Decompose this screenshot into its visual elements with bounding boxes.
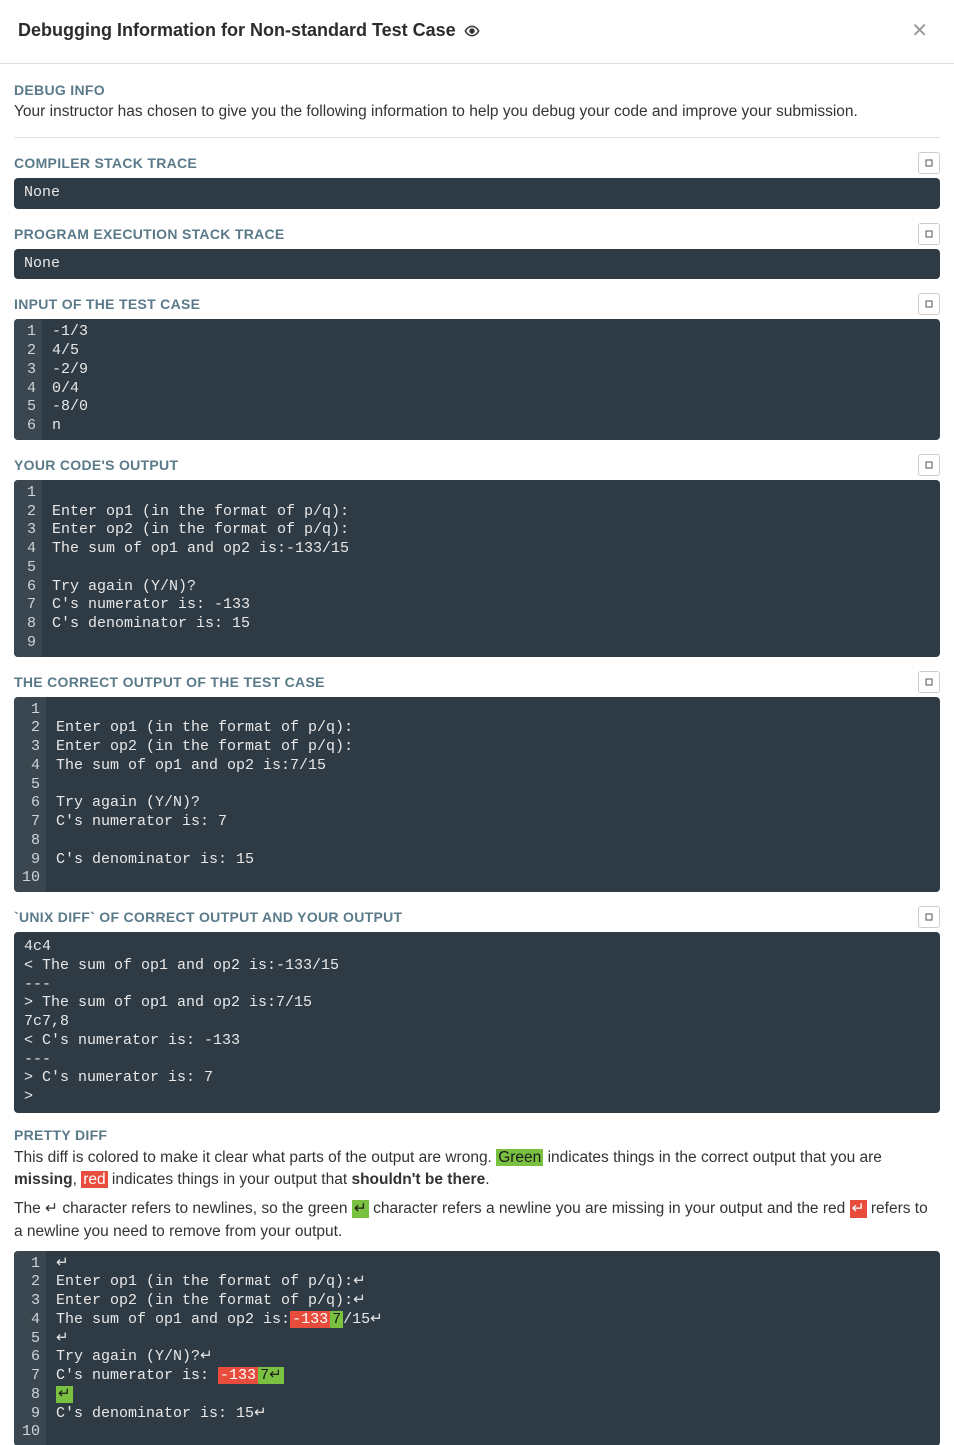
code-text: None	[24, 255, 60, 272]
code-lines: Enter op1 (in the format of p/q):Enter o…	[42, 480, 940, 657]
newline-char-green: ↵	[352, 1200, 369, 1218]
eye-icon	[464, 23, 480, 39]
unix-diff-block: 4c4 < The sum of op1 and op2 is:-133/15 …	[14, 932, 940, 1113]
close-button[interactable]: ✕	[903, 14, 936, 47]
correct-output-block: 12345678910 Enter op1 (in the format of …	[14, 697, 940, 893]
exec-trace-label: PROGRAM EXECUTION STACK TRACE	[14, 226, 285, 242]
modal-title: Debugging Information for Non-standard T…	[18, 20, 456, 41]
modal-title-row: Debugging Information for Non-standard T…	[18, 20, 480, 41]
line-gutter: 123456789	[14, 480, 42, 657]
your-output-block: 123456789 Enter op1 (in the format of p/…	[14, 480, 940, 657]
green-highlight: Green	[496, 1149, 543, 1166]
divider	[14, 137, 940, 138]
pretty-diff-desc1: This diff is colored to make it clear wh…	[14, 1147, 940, 1190]
code-lines: Enter op1 (in the format of p/q):Enter o…	[46, 697, 940, 893]
pretty-diff-desc2: The ↵ character refers to newlines, so t…	[14, 1198, 940, 1242]
pretty-diff-label: PRETTY DIFF	[14, 1127, 940, 1143]
exec-trace-block: None	[14, 249, 940, 280]
line-gutter: 123456	[14, 319, 42, 440]
debug-info-label: DEBUG INFO	[14, 82, 940, 98]
expand-button[interactable]	[918, 906, 940, 928]
code-text: 4c4 < The sum of op1 and op2 is:-133/15 …	[24, 938, 339, 1105]
your-output-label: YOUR CODE'S OUTPUT	[14, 457, 178, 473]
red-highlight: red	[81, 1171, 107, 1188]
code-lines: -1/34/5-2/90/4-8/0n	[42, 319, 940, 440]
code-lines: ↵Enter op1 (in the format of p/q):↵Enter…	[46, 1251, 940, 1445]
line-gutter: 12345678910	[14, 697, 46, 893]
expand-button[interactable]	[918, 152, 940, 174]
newline-char: ↵	[45, 1200, 58, 1218]
expand-button[interactable]	[918, 671, 940, 693]
compiler-trace-label: COMPILER STACK TRACE	[14, 155, 197, 171]
correct-output-label: THE CORRECT OUTPUT OF THE TEST CASE	[14, 674, 325, 690]
unix-diff-label: `UNIX DIFF` OF CORRECT OUTPUT AND YOUR O…	[14, 909, 402, 925]
input-case-label: INPUT OF THE TEST CASE	[14, 296, 200, 312]
compiler-trace-block: None	[14, 178, 940, 209]
newline-char-red: ↵	[850, 1200, 867, 1218]
line-gutter: 12345678910	[14, 1251, 46, 1445]
modal-header: Debugging Information for Non-standard T…	[0, 0, 954, 64]
pretty-diff-block: 12345678910 ↵Enter op1 (in the format of…	[14, 1251, 940, 1445]
expand-button[interactable]	[918, 293, 940, 315]
debug-info-desc: Your instructor has chosen to give you t…	[14, 102, 940, 123]
modal-content: DEBUG INFO Your instructor has chosen to…	[0, 64, 954, 1445]
code-text: None	[24, 184, 60, 201]
input-case-block: 123456 -1/34/5-2/90/4-8/0n	[14, 319, 940, 440]
expand-button[interactable]	[918, 223, 940, 245]
expand-button[interactable]	[918, 454, 940, 476]
